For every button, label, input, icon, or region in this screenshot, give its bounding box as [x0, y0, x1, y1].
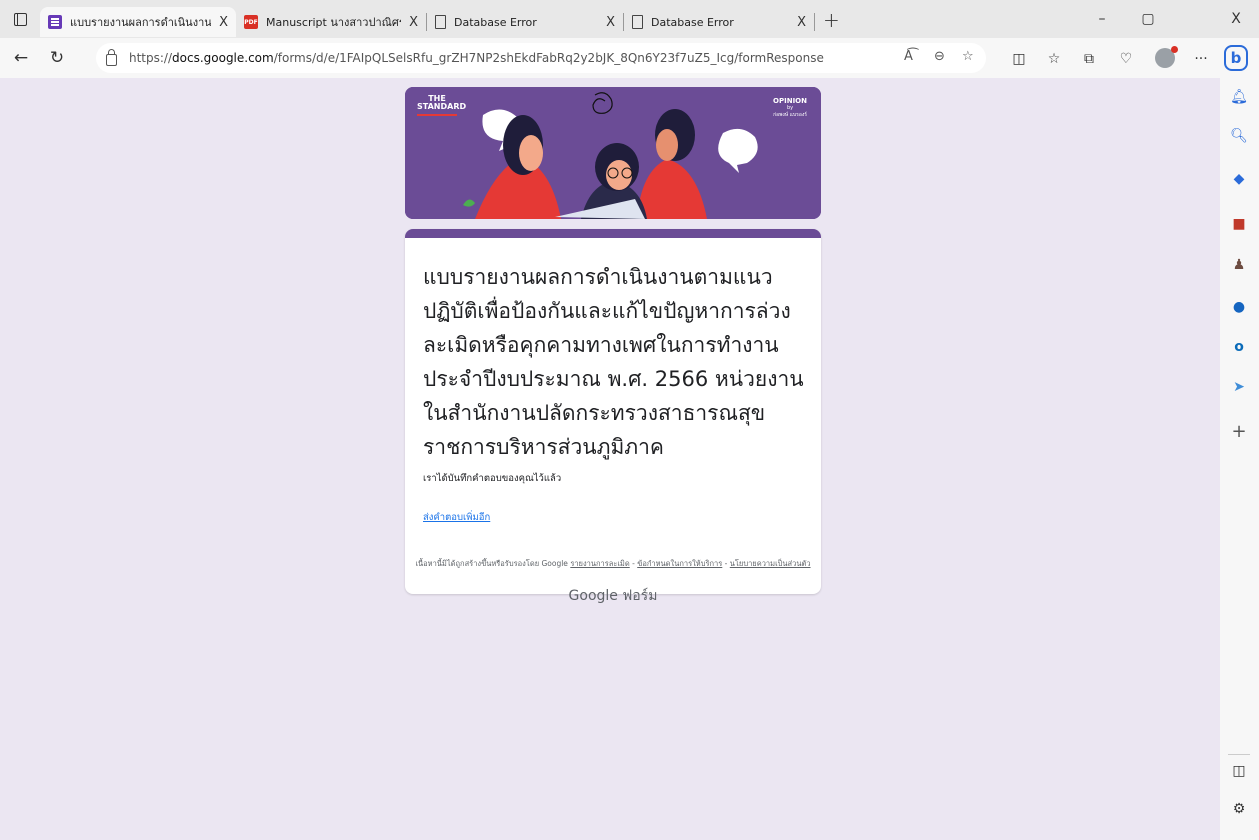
tools-briefcase-icon[interactable]: ■: [1228, 213, 1250, 235]
tab-manuscript[interactable]: PDF Manuscript นางสาวปาณิศรา ยามีพ X: [236, 7, 426, 37]
forms-icon: [48, 15, 62, 29]
more-options-icon[interactable]: ···: [1190, 48, 1212, 70]
copilot-icon[interactable]: b: [1224, 45, 1248, 71]
edge-sidebar: 🔔︎ 🔍︎ ◆ ■ ♟ ● o ➤ + ◫ ⚙: [1220, 78, 1259, 840]
tab-title: แบบรายงานผลการดำเนินงานตามแนว: [70, 16, 212, 29]
read-aloud-icon[interactable]: A͡: [904, 49, 913, 64]
url-text[interactable]: https://docs.google.com/forms/d/e/1FAIpQ…: [129, 51, 824, 65]
notification-bell-icon[interactable]: 🔔︎: [1228, 86, 1250, 108]
tab-database-error-1[interactable]: Database Error X: [427, 7, 623, 37]
refresh-button[interactable]: ↻: [42, 43, 72, 73]
lock-icon[interactable]: [106, 49, 117, 66]
document-icon: [632, 15, 643, 29]
restore-button[interactable]: ▢: [1125, 0, 1171, 38]
tab-database-error-2[interactable]: Database Error X: [624, 7, 814, 37]
confirmation-message: เราได้บันทึกคำตอบของคุณไว้แล้ว: [423, 473, 562, 484]
drop-send-icon[interactable]: ➤: [1228, 376, 1250, 398]
document-icon: [435, 15, 446, 29]
form-title: แบบรายงานผลการดำเนินงานตามแนวปฏิบัติเพื่…: [423, 265, 804, 459]
submit-another-link[interactable]: ส่งคำตอบเพิ่มอีก: [423, 510, 490, 525]
form-page: THE STANDARD OPINION by ก่อพงษ์ แบรองร์ …: [0, 78, 1220, 840]
split-screen-icon[interactable]: ◫: [1008, 48, 1030, 70]
zoom-icon[interactable]: ⊖: [934, 49, 945, 64]
sidebar-divider: [1228, 754, 1250, 755]
tab-actions-button[interactable]: [0, 0, 40, 38]
collections-icon[interactable]: ⧉: [1078, 48, 1100, 70]
banner-illustration: [405, 87, 821, 219]
form-response-card: แบบรายงานผลการดำเนินงานตามแนวปฏิบัติเพื่…: [405, 229, 821, 594]
microsoft-365-icon[interactable]: ●: [1228, 296, 1250, 318]
form-header-banner: THE STANDARD OPINION by ก่อพงษ์ แบรองร์: [405, 87, 821, 219]
report-abuse-link[interactable]: รายงานการละเมิด: [570, 559, 629, 568]
refresh-icon: ↻: [49, 48, 65, 68]
new-tab-button[interactable]: +: [823, 8, 840, 32]
google-forms-logo[interactable]: Google ฟอร์ม: [405, 585, 821, 607]
back-button[interactable]: ←: [6, 43, 36, 73]
tab-actions-icon: [13, 12, 27, 26]
window-close-button[interactable]: X: [1213, 0, 1259, 38]
address-bar[interactable]: https://docs.google.com/forms/d/e/1FAIpQ…: [96, 43, 986, 73]
pdf-icon: PDF: [244, 15, 258, 29]
outlook-icon[interactable]: o: [1228, 336, 1250, 358]
hide-sidebar-icon[interactable]: ◫: [1228, 760, 1250, 782]
tab-strip: แบบรายงานผลการดำเนินงานตามแนว X PDF Manu…: [0, 0, 1259, 38]
tab-close-icon[interactable]: X: [606, 15, 615, 30]
favorite-star-icon[interactable]: ☆: [962, 49, 974, 64]
browser-essentials-icon[interactable]: ♡: [1115, 48, 1137, 70]
search-icon[interactable]: 🔍︎: [1228, 125, 1250, 147]
add-sidebar-app-icon[interactable]: +: [1228, 420, 1250, 442]
tab-separator: [814, 13, 815, 31]
back-arrow-icon: ←: [13, 48, 29, 68]
tab-close-icon[interactable]: X: [409, 15, 418, 30]
terms-link[interactable]: ข้อกำหนดในการให้บริการ: [637, 559, 722, 568]
footer-disclaimer: เนื้อหานี้มิได้ถูกสร้างขึ้นหรือรับรองโดย…: [415, 559, 811, 568]
favorites-icon[interactable]: ☆: [1043, 48, 1065, 70]
tab-forms[interactable]: แบบรายงานผลการดำเนินงานตามแนว X: [40, 7, 236, 37]
tab-close-icon[interactable]: X: [797, 15, 806, 30]
profile-avatar[interactable]: [1155, 46, 1178, 68]
tab-title: Database Error: [454, 15, 537, 29]
tab-title: Manuscript นางสาวปาณิศรา ยามีพ: [266, 16, 401, 29]
sidebar-settings-gear-icon[interactable]: ⚙: [1228, 798, 1250, 820]
opinion-label: OPINION by ก่อพงษ์ แบรองร์: [773, 97, 807, 118]
tab-close-icon[interactable]: X: [219, 15, 228, 30]
the-standard-logo: THE STANDARD: [417, 95, 466, 116]
games-icon[interactable]: ♟: [1228, 254, 1250, 276]
disclaimer-text: เนื้อหานี้มิได้ถูกสร้างขึ้นหรือรับรองโดย…: [415, 559, 568, 568]
navigation-bar: ← ↻ https://docs.google.com/forms/d/e/1F…: [0, 38, 1259, 78]
shopping-tag-icon[interactable]: ◆: [1228, 168, 1250, 190]
minimize-button[interactable]: –: [1079, 0, 1125, 38]
tab-title: Database Error: [651, 15, 734, 29]
privacy-link[interactable]: นโยบายความเป็นส่วนตัว: [730, 559, 811, 568]
